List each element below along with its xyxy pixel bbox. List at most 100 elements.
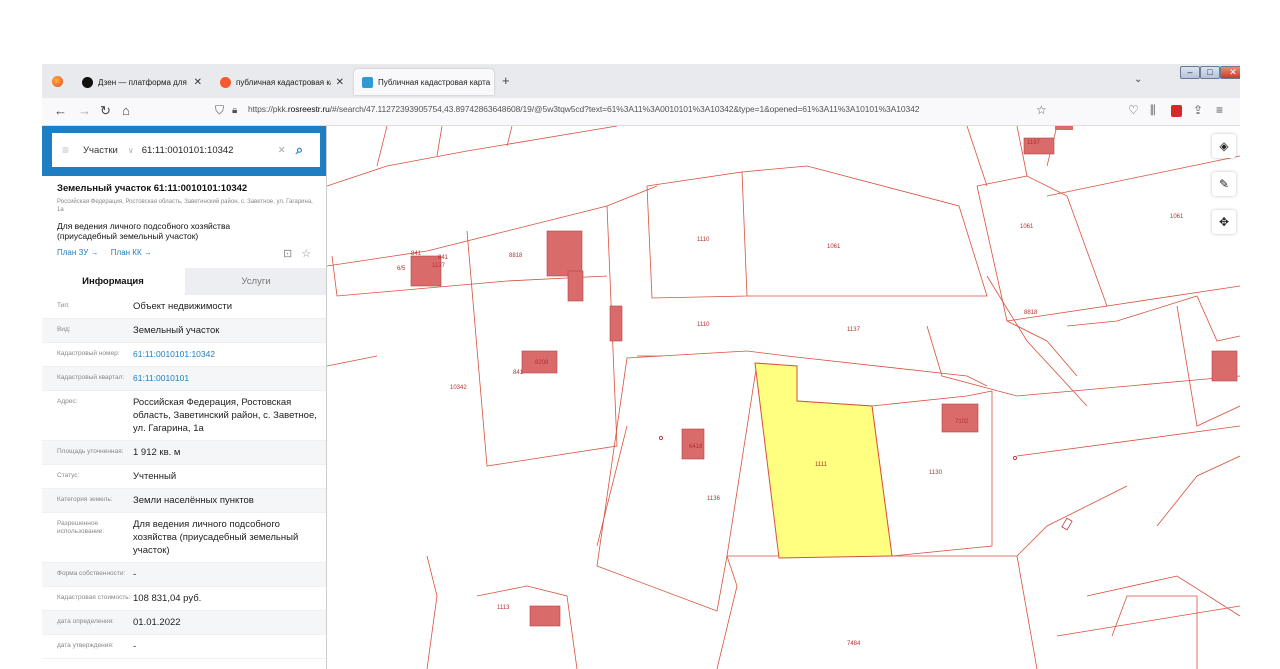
maximize-button[interactable]: □ [1200,66,1220,79]
property-key: Вид: [57,326,71,333]
object-actions: ⊡ ☆ [283,247,311,260]
property-value: - [133,569,137,580]
locate-button[interactable]: ✥ [1212,210,1236,234]
parcel-label: 8208 [535,360,549,366]
tab-pkk[interactable]: Публичная кадастровая карта ✕ [354,69,494,95]
map-canvas[interactable]: 841 1137 8818 1110 1061 1061 1061 8818 1110 1137 8… [327,126,1240,669]
property-row: Кадастровая стоимость: 108 831,04 руб. [42,587,326,611]
property-key: Кадастровый квартал: [57,374,125,381]
plan-links: План ЗУ → План КК → [57,248,162,257]
parcel-label: 8818 [1024,310,1038,316]
search-engine-icon [220,76,231,88]
property-key: Площадь уточненная: [57,448,124,455]
dzen-icon [82,76,93,88]
properties-table: Тип: Объект недвижимости Вид: Земельный уча… [42,295,326,659]
tab-information[interactable]: Информация [42,268,184,295]
property-link[interactable]: 61:11:0010101 [133,367,326,390]
url-path: /#/search/47.11272393905754,43.897428636… [329,104,920,114]
close-tab-icon[interactable]: ✕ [194,77,202,88]
property-row: Кадастровый квартал: 61:11:0010101 [42,367,326,391]
plan-kk-link[interactable]: План КК → [111,248,152,257]
ruler-button[interactable]: ✎ [1212,172,1236,196]
new-tab-button[interactable]: + [502,73,510,88]
layers-icon: ◈ [1219,139,1229,153]
parcel-label: 1061 [1020,224,1034,230]
property-key: Категория земель: [57,496,113,503]
parcel-label: 1113 [497,605,510,611]
parcel-label: 7484 [847,641,861,647]
object-address: Российская Федерация, Ростовская область… [57,199,313,213]
property-value: Объект недвижимости [133,301,233,312]
property-row: Тип: Объект недвижимости [42,295,326,319]
forward-icon[interactable]: → [78,103,91,118]
clear-icon[interactable]: ✕ [278,145,286,156]
lock-icon[interactable]: 🔒︎ [232,105,237,116]
top-blank-area [0,0,1280,64]
property-key: дата определения: [57,618,114,625]
property-row: дата определения: 01.01.2022 [42,611,326,635]
tab-title: публичная кадастровая карта [236,77,331,87]
property-value: Земли населённых пунктов [133,495,254,506]
parcel-label: 841 [411,251,422,257]
property-key: Статус: [57,472,80,479]
address-bar[interactable]: https://pkk.rosreestr.ru/#/search/47.112… [248,104,919,114]
parcel-label: 10342 [450,385,467,391]
pencil-icon: ✎ [1218,177,1230,191]
parcel-label: 7102 [955,419,969,425]
crosshair-icon: ✥ [1218,215,1230,229]
search-input[interactable]: 61:11:0010101:10342 [142,145,262,156]
close-tab-icon[interactable]: ✕ [336,77,344,88]
property-key: дата утверждения: [57,642,114,649]
share-icon[interactable]: ⇪ [1193,103,1203,117]
shield-icon[interactable]: ⛉ [215,103,224,118]
library-icon[interactable]: ⫼ [1150,103,1156,118]
firefox-menu-icon[interactable] [52,76,63,87]
tab-cadastral-search[interactable]: публичная кадастровая карта ✕ [212,69,352,95]
property-value: Для ведения личного подсобного хозяйства… [133,519,299,556]
property-value: 108 831,04 руб. [133,593,202,604]
list-all-tabs-icon[interactable]: ⌄ [1134,74,1142,85]
info-sidebar: ≡ Участки ∨ 61:11:0010101:10342 ✕ ⌕ Земе… [42,126,327,669]
property-row: Адрес: Российская Федерация, Ростовская о… [42,391,326,441]
parcel-label: 1110 [697,237,710,243]
property-key: Кадастровый номер: [57,350,120,357]
zoom-to-object-icon[interactable]: ⊡ [283,248,292,260]
parcel-label: 841 [438,255,449,261]
app-menu-icon[interactable]: ≡ [1216,103,1223,117]
minimize-button[interactable]: – [1180,66,1200,79]
property-link[interactable]: 61:11:0010101:10342 [133,343,326,366]
tab-dzen[interactable]: Дзен — платформа для прос... ✕ [74,69,210,95]
plan-zu-link[interactable]: План ЗУ → [57,248,99,257]
pocket-icon[interactable]: ♡ [1128,103,1139,117]
property-value: 1 912 кв. м [133,447,181,458]
tab-services[interactable]: Услуги [185,268,326,295]
close-window-button[interactable]: ✕ [1220,66,1240,79]
property-row: Категория земель: Земли населённых пункто… [42,489,326,513]
favorite-star-icon[interactable]: ☆ [301,248,311,260]
parcel-label: 1111 [815,462,828,468]
property-key: Кадастровая стоимость: [57,594,131,601]
menu-icon[interactable]: ≡ [62,143,69,157]
parcel-label: 1137 [432,263,446,269]
property-value: Учтенный [133,471,177,482]
parcel-label: 1061 [1170,214,1184,220]
tab-title: Публичная кадастровая карта [378,77,491,87]
home-icon[interactable]: ⌂ [122,103,130,118]
back-icon[interactable]: ← [54,103,67,118]
pdf-extension-icon[interactable] [1171,105,1182,117]
cadastral-map[interactable]: 841 1137 8818 1110 1061 1061 1061 8818 1110 1137 8… [327,126,1240,669]
bookmark-star-icon[interactable]: ☆ [1036,103,1047,117]
parcel-label: 6/5 [397,266,406,272]
parcel-label: 6418 [689,444,703,450]
category-select[interactable]: Участки [83,145,118,156]
parcel-label: 1110 [697,322,710,328]
reload-icon[interactable]: ↻ [100,103,111,119]
chevron-down-icon[interactable]: ∨ [128,146,134,155]
parcel-label: 1136 [707,496,721,502]
layers-button[interactable]: ◈ [1212,134,1236,158]
property-row: Форма собственности: - [42,563,326,587]
parcel-label: 8818 [509,253,523,259]
search-icon[interactable]: ⌕ [296,142,303,158]
object-title: Земельный участок 61:11:0010101:10342 [57,183,248,194]
search-bar: ≡ Участки ∨ 61:11:0010101:10342 ✕ ⌕ [52,133,320,167]
